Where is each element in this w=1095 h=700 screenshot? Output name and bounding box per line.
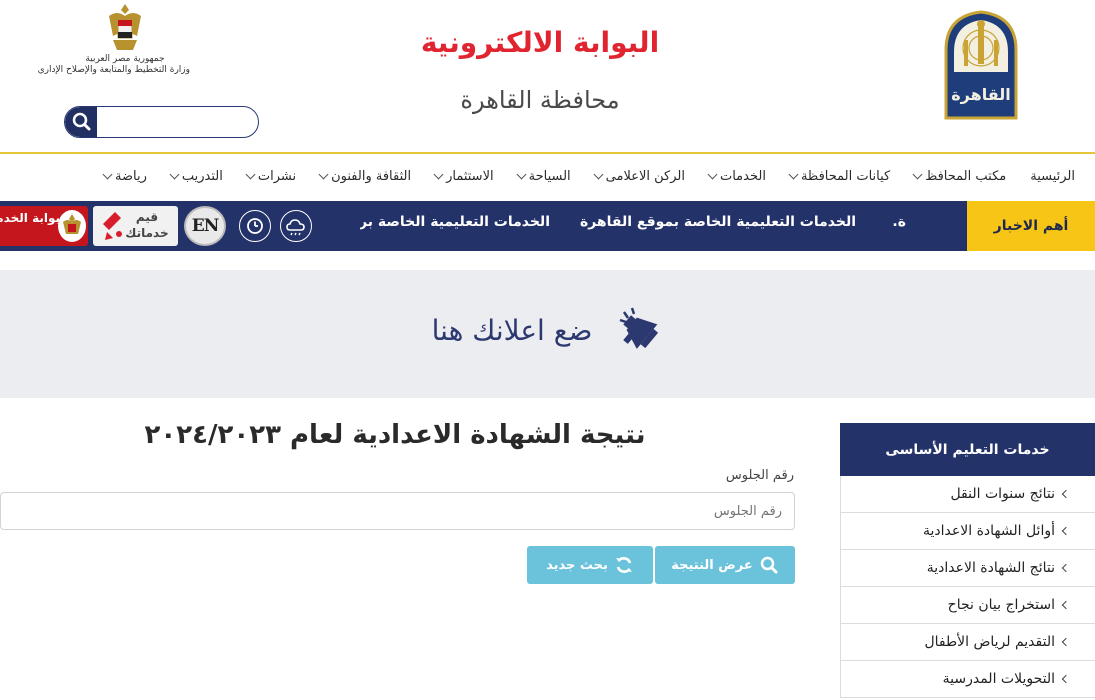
chevron-left-icon (1061, 637, 1071, 647)
chevron-down-icon (707, 169, 718, 180)
nav-item[interactable]: الخدمات (697, 169, 778, 184)
ad-text: ضع اعلانك هنا (431, 314, 593, 347)
megaphone-icon (619, 307, 659, 349)
nav-item-label: مكتب المحافظ (925, 169, 1007, 184)
nav-item[interactable]: السياحة (506, 169, 583, 184)
nav-item-label: الرئيسية (1030, 169, 1075, 184)
nav-item-label: الثقافة والفنون (331, 169, 412, 184)
search-icon (72, 112, 91, 131)
ministry-line2: وزارة التخطيط والمتابعة والإصلاح الإداري (37, 65, 190, 75)
new-search-button[interactable]: بحث جديد (527, 546, 653, 584)
news-ticker[interactable]: ة. الخدمات التعليمية الخاصة بموقع القاهر… (360, 201, 960, 251)
ministry-logo[interactable]: جمهورية مصر العربية وزارة التخطيط والمتا… (37, 2, 190, 84)
nav-item-label: الاستثمار (446, 169, 494, 184)
chevron-down-icon (169, 169, 180, 180)
sidebar-list: نتائج سنوات النقل أوائل الشهادة الاعدادية… (840, 476, 1095, 698)
new-search-label: بحث جديد (546, 557, 608, 573)
nav-list: الرئيسية مكتب المحافظ كيانات المحافظة الخدم… (92, 169, 1087, 184)
sidebar-item-label: أوائل الشهادة الاعدادية (923, 523, 1055, 539)
search-icon (760, 556, 778, 574)
nav-item-label: نشرات (257, 169, 297, 184)
nav-item[interactable]: نشرات (235, 169, 308, 184)
search-box (64, 106, 259, 138)
nav-item-label: الركن الاعلامى (605, 169, 685, 184)
nav-item-label: الخدمات (719, 169, 766, 184)
ad-banner[interactable]: ضع اعلانك هنا (0, 270, 1095, 398)
chevron-left-icon (1061, 600, 1071, 610)
rate-services-button[interactable]: قيم خدماتك (93, 206, 178, 246)
cloud-icon (286, 219, 305, 236)
seat-number-input[interactable] (0, 492, 795, 530)
chevron-left-icon (1061, 526, 1071, 536)
chevron-down-icon (593, 169, 604, 180)
sidebar-item-label: نتائج سنوات النقل (950, 486, 1055, 502)
nav-item[interactable]: الاستثمار (423, 169, 506, 184)
egov-label: بوابة الخدمات الإلكترونية (0, 211, 60, 225)
weather-button[interactable] (280, 210, 312, 242)
nav-item[interactable]: مكتب المحافظ (902, 169, 1018, 184)
chevron-down-icon (433, 169, 444, 180)
nav-item[interactable]: الركن الاعلامى (583, 169, 697, 184)
sidebar-item[interactable]: نتائج سنوات النقل (840, 476, 1095, 513)
chevron-left-icon (1061, 563, 1071, 573)
clock-icon (247, 218, 263, 234)
eagle-emblem-icon (109, 4, 141, 50)
chevron-down-icon (912, 169, 923, 180)
site-header: القاهرة البوابة الالكترونية محافظة القاه… (0, 0, 1095, 154)
cairo-governorate-logo[interactable]: القاهرة (942, 10, 1020, 122)
refresh-icon (615, 557, 632, 573)
ticker-item[interactable]: الخدمات التعليمية الخاصة بر (360, 214, 550, 230)
chevron-down-icon (788, 169, 799, 180)
news-label: أهم الاخبار (967, 201, 1095, 251)
egov-emblem-icon (58, 210, 86, 242)
nav-item-label: التدريب (181, 169, 223, 184)
sidebar-item-label: نتائج الشهادة الاعدادية (926, 560, 1055, 576)
nav-item[interactable]: التدريب (159, 169, 235, 184)
ticker-item[interactable]: الخدمات التعليمية الخاصة بموقع القاهرة (580, 214, 856, 230)
chevron-down-icon (102, 169, 113, 180)
prayer-times-button[interactable] (239, 210, 271, 242)
show-result-button[interactable]: عرض النتيجة (655, 546, 795, 584)
english-language-button[interactable]: EN (184, 206, 226, 246)
nav-item[interactable]: رياضة (92, 169, 159, 184)
portal-subtitle: محافظة القاهرة (460, 86, 620, 114)
sidebar-title: خدمات التعليم الأساسى (840, 423, 1095, 476)
chevron-down-icon (245, 169, 256, 180)
page-title: نتيجة الشهادة الاعدادية لعام ٢٠٢٤/٢٠٢٣ (144, 420, 646, 450)
page: القاهرة البوابة الالكترونية محافظة القاه… (0, 0, 1095, 700)
sidebar-item-label: التقديم لرياض الأطفال (924, 634, 1055, 650)
nav-item-label: رياضة (115, 169, 147, 184)
ticker-item[interactable]: ة. (892, 214, 906, 230)
nav-item-label: كيانات المحافظة (800, 169, 891, 184)
rate-services-label: قيم خدماتك (125, 210, 169, 240)
egov-services-button[interactable]: بوابة الخدمات الإلكترونية (0, 206, 88, 246)
seat-number-label: رقم الجلوس (725, 468, 794, 483)
ministry-line1: جمهورية مصر العربية (85, 54, 165, 64)
show-result-label: عرض النتيجة (671, 557, 753, 573)
sidebar-item-label: استخراج بيان نجاح (947, 597, 1055, 613)
search-input[interactable] (99, 110, 254, 134)
chevron-left-icon (1061, 674, 1071, 684)
chevron-down-icon (516, 169, 527, 180)
sidebar: خدمات التعليم الأساسى نتائج سنوات النقل أ… (840, 423, 1095, 700)
sidebar-item-label: التحويلات المدرسية (942, 671, 1055, 687)
sidebar-item[interactable]: نتائج الشهادة الاعدادية (840, 550, 1095, 587)
sidebar-item[interactable]: أوائل الشهادة الاعدادية (840, 513, 1095, 550)
sidebar-item[interactable]: التحويلات المدرسية (840, 661, 1095, 698)
nav-item-label: السياحة (528, 169, 571, 184)
nav-item[interactable]: الثقافة والفنون (308, 169, 423, 184)
nav-item[interactable]: كيانات المحافظة (778, 169, 902, 184)
sidebar-item[interactable]: استخراج بيان نجاح (840, 587, 1095, 624)
chevron-down-icon (318, 169, 329, 180)
search-button[interactable] (65, 107, 97, 137)
sidebar-item[interactable]: التقديم لرياض الأطفال (840, 624, 1095, 661)
chevron-left-icon (1061, 489, 1071, 499)
portal-title: البوابة الالكترونية (420, 26, 660, 59)
main-nav: الرئيسية مكتب المحافظ كيانات المحافظة الخدم… (0, 156, 1095, 200)
nav-item[interactable]: الرئيسية (1018, 169, 1087, 184)
logo-text: القاهرة (951, 85, 1011, 104)
